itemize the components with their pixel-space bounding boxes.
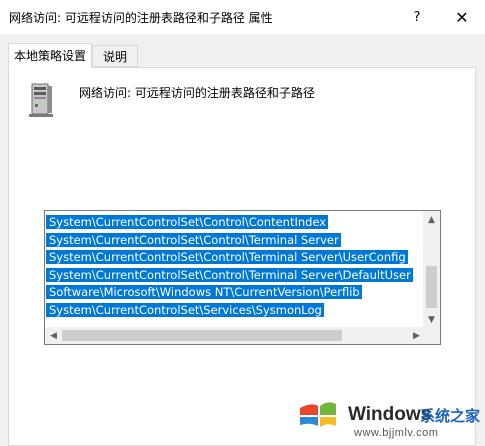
server-icon xyxy=(29,83,53,117)
registry-paths-list: System\CurrentControlSet\Control\Content… xyxy=(46,214,422,326)
close-button[interactable]: ✕ xyxy=(440,0,484,34)
watermark: Windows 系统之家 www.bjjmlv.com xyxy=(296,392,481,442)
list-item[interactable]: System\CurrentControlSet\Control\Termina… xyxy=(46,232,422,250)
scroll-left-icon[interactable]: ◀ xyxy=(45,327,62,344)
windows-logo-icon xyxy=(300,402,336,427)
window-title: 网络访问: 可远程访问的注册表路径和子路径 属性 xyxy=(9,11,273,25)
vertical-scroll-thumb[interactable] xyxy=(426,266,437,308)
list-item[interactable]: Software\Microsoft\Windows NT\CurrentVer… xyxy=(46,284,422,302)
tab-local-policy-setting[interactable]: 本地策略设置 xyxy=(8,43,92,68)
vertical-scrollbar[interactable]: ▲ ▼ xyxy=(423,211,440,328)
watermark-url: www.bjjmlv.com xyxy=(354,427,439,439)
registry-paths-textbox[interactable]: System\CurrentControlSet\Control\Content… xyxy=(44,210,441,345)
watermark-brand-cn: 系统之家 xyxy=(420,407,481,425)
list-item[interactable]: System\CurrentControlSet\Control\Content… xyxy=(46,214,422,232)
help-button[interactable]: ? xyxy=(395,0,439,34)
list-item[interactable]: System\CurrentControlSet\Control\Termina… xyxy=(46,267,422,285)
list-item[interactable]: System\CurrentControlSet\Control\Termina… xyxy=(46,249,422,267)
horizontal-scrollbar[interactable]: ◀ ▶ xyxy=(45,327,425,344)
scrollbar-corner xyxy=(423,327,440,344)
scroll-up-icon[interactable]: ▲ xyxy=(423,211,440,228)
watermark-brand: Windows xyxy=(348,404,432,425)
dialog-body: 本地策略设置 说明 网络访问: 可远程访问的注册表路径和子路径 System\C… xyxy=(0,34,485,446)
tab-explain[interactable]: 说明 xyxy=(92,45,138,67)
list-item[interactable]: System\CurrentControlSet\Services\Sysmon… xyxy=(46,302,422,320)
title-bar: 网络访问: 可远程访问的注册表路径和子路径 属性 ? ✕ xyxy=(0,0,485,34)
tab-panel: 网络访问: 可远程访问的注册表路径和子路径 System\CurrentCont… xyxy=(8,67,476,446)
scroll-down-icon[interactable]: ▼ xyxy=(423,311,440,328)
policy-name: 网络访问: 可远程访问的注册表路径和子路径 xyxy=(79,86,315,100)
horizontal-scroll-thumb[interactable] xyxy=(62,330,342,341)
